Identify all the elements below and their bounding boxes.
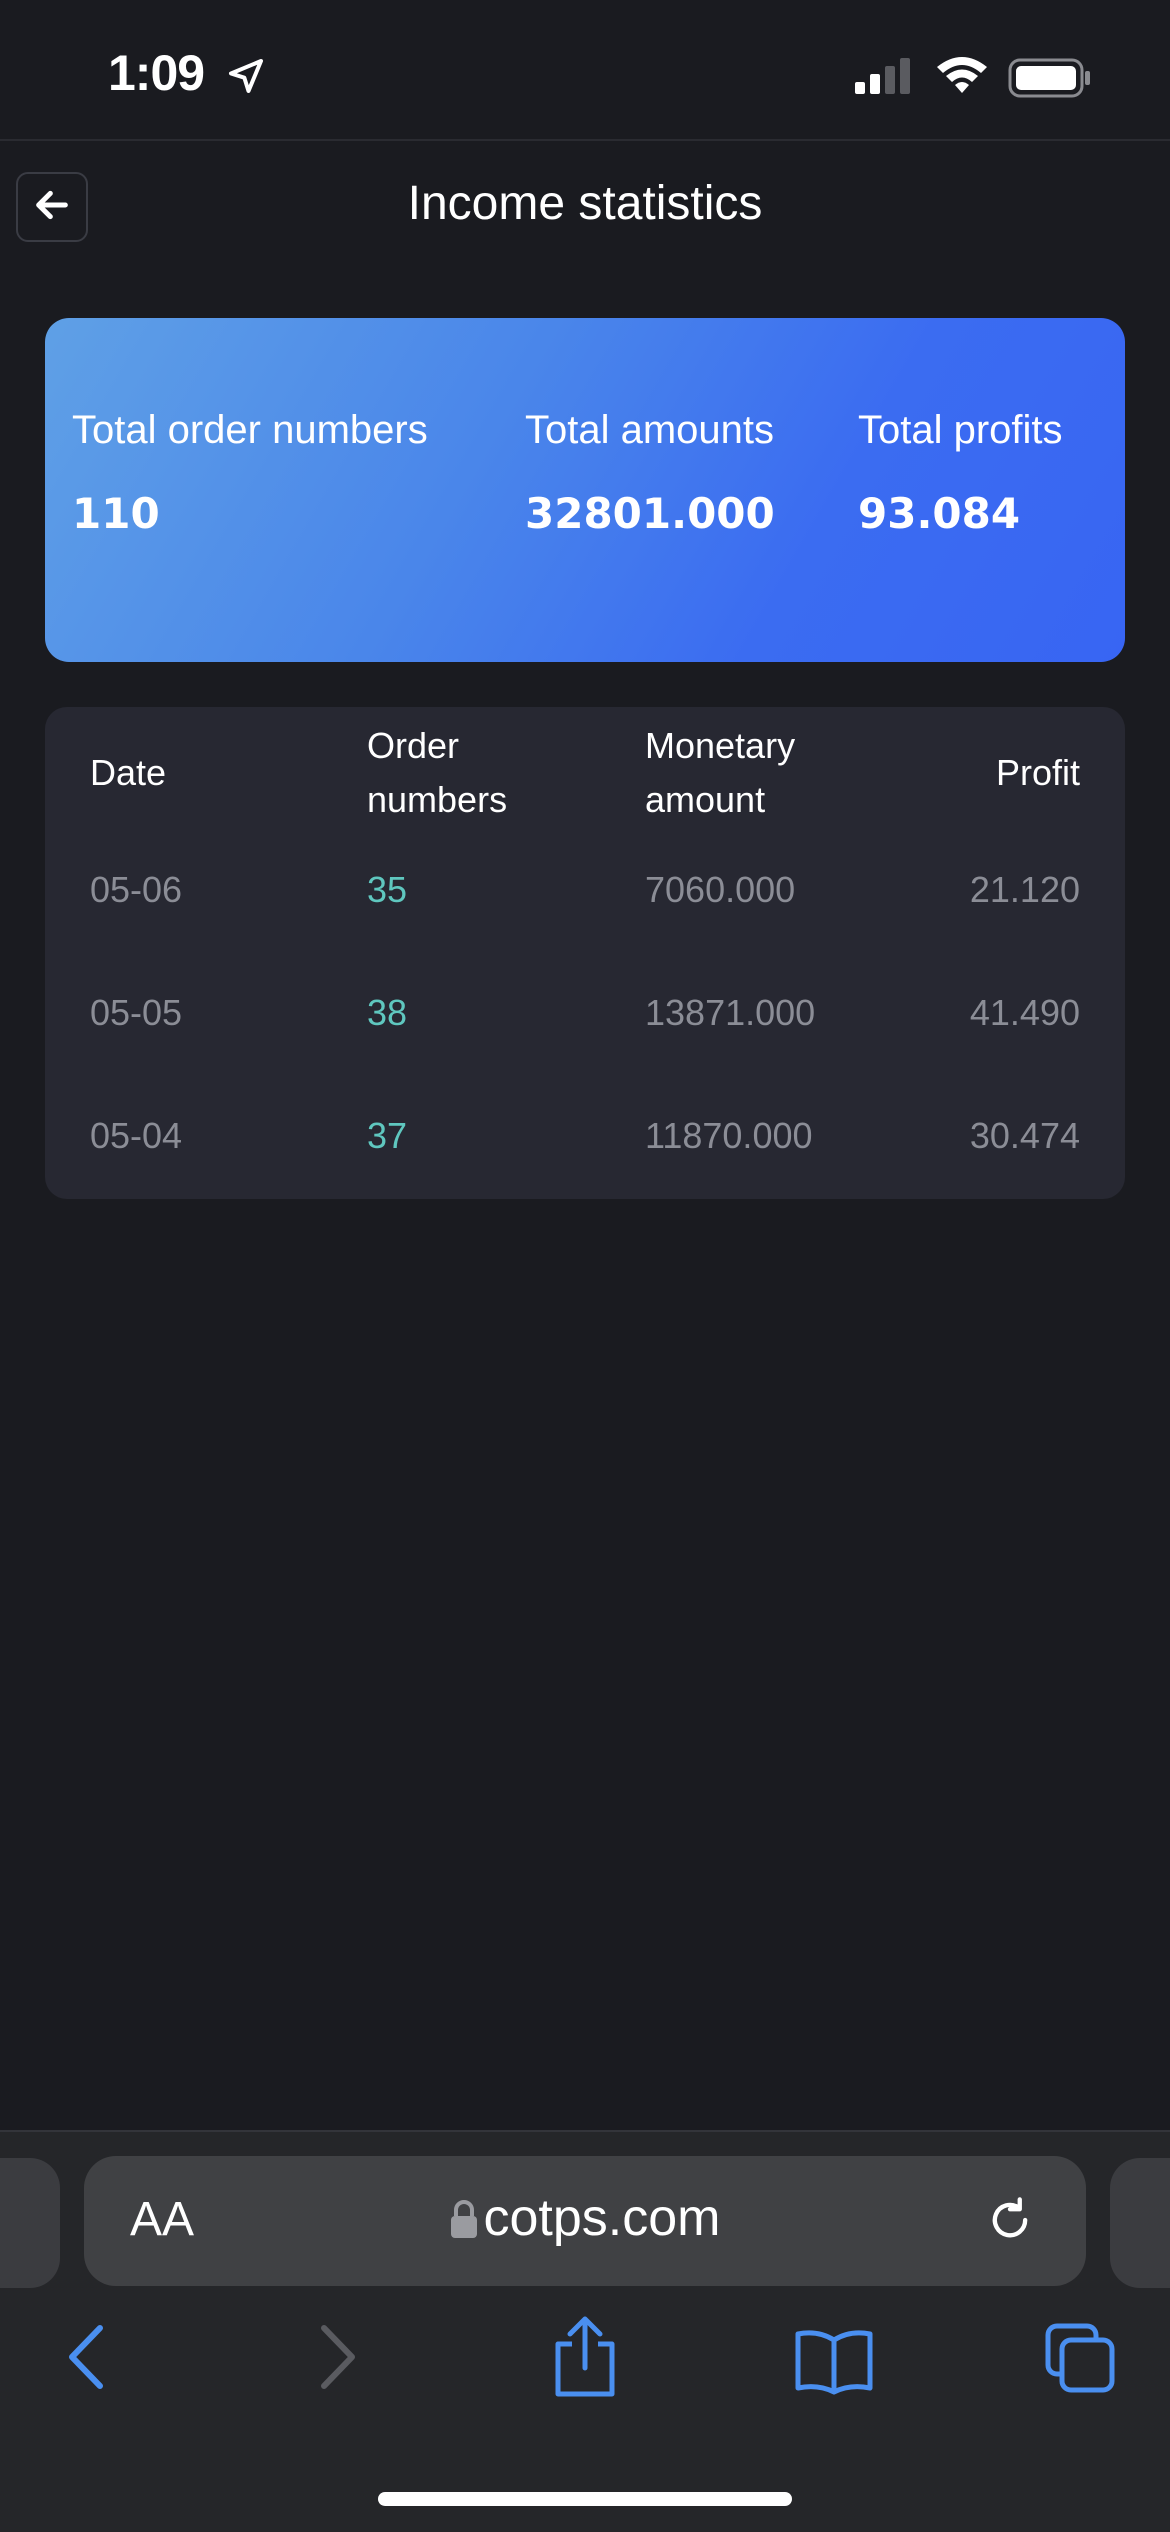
tabs-icon[interactable] <box>1044 2322 1116 2399</box>
url-text: cotps.com <box>483 2189 721 2247</box>
url-display[interactable]: cotps.com <box>84 2188 1086 2251</box>
lock-icon <box>450 2191 478 2251</box>
status-time: 1:09 <box>108 45 205 101</box>
address-bar[interactable]: AA cotps.com <box>84 2156 1086 2286</box>
summary-card: Total order numbers 110 Total amounts 32… <box>45 318 1125 662</box>
battery-icon <box>1008 58 1092 103</box>
column-header-profit: Profit <box>995 752 1080 793</box>
summary-label: Total profits <box>858 408 1063 452</box>
income-table: Date Order numbers Monetary amount Profi… <box>45 707 1125 1199</box>
column-header-amount: Monetary amount <box>645 719 795 827</box>
reload-icon[interactable] <box>984 2194 1036 2251</box>
summary-value: 32801.000 <box>525 489 775 538</box>
cell-date: 05-06 <box>90 869 183 910</box>
browser-forward-icon[interactable] <box>312 2322 362 2397</box>
browser-back-icon[interactable] <box>62 2322 112 2397</box>
cell-date: 05-05 <box>90 992 183 1033</box>
cell-profit: 21.120 <box>969 869 1080 910</box>
location-arrow-icon <box>226 56 266 101</box>
column-header-amount-line1: Monetary <box>645 725 796 766</box>
cell-orders: 37 <box>367 1115 408 1156</box>
summary-total-profits: Total profits 93.084 <box>858 408 1063 538</box>
cell-amount: 13871.000 <box>645 992 816 1033</box>
summary-value: 93.084 <box>858 489 1021 538</box>
previous-tab-preview[interactable] <box>0 2158 60 2288</box>
cell-orders: 35 <box>367 869 408 910</box>
column-header-orders-line1: Order <box>367 725 460 766</box>
cellular-signal-icon <box>855 58 915 99</box>
share-icon[interactable] <box>548 2316 622 2403</box>
page-title: Income statistics <box>407 177 763 230</box>
column-header-orders: Order numbers <box>367 719 507 827</box>
summary-label: Total amounts <box>525 408 775 452</box>
cell-orders: 38 <box>367 992 408 1033</box>
next-tab-preview[interactable] <box>1110 2158 1170 2288</box>
home-indicator[interactable] <box>378 2492 792 2506</box>
cell-profit: 41.490 <box>969 992 1080 1033</box>
summary-label: Total order numbers <box>72 408 428 452</box>
cell-date: 05-04 <box>90 1115 183 1156</box>
summary-total-orders: Total order numbers 110 <box>72 408 428 538</box>
status-bar: 1:09 <box>0 0 1170 140</box>
column-header-orders-line2: numbers <box>367 779 508 820</box>
wifi-icon <box>935 55 989 100</box>
column-header-amount-line2: amount <box>645 779 766 820</box>
cell-profit: 30.474 <box>969 1115 1080 1156</box>
header-divider <box>0 139 1170 141</box>
summary-value: 110 <box>72 489 160 538</box>
bookmarks-icon[interactable] <box>794 2326 874 2401</box>
summary-total-amounts: Total amounts 32801.000 <box>525 408 775 538</box>
cell-amount: 11870.000 <box>645 1115 813 1156</box>
column-header-date: Date <box>90 752 167 793</box>
browser-divider <box>0 2130 1170 2132</box>
cell-amount: 7060.000 <box>645 869 796 910</box>
